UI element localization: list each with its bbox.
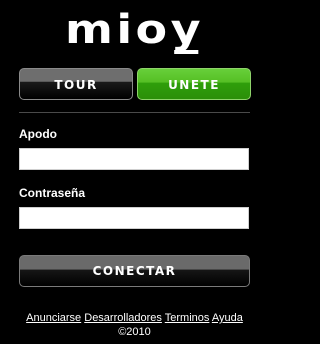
apodo-label: Apodo	[19, 127, 57, 141]
footer-link-anunciarse[interactable]: Anunciarse	[26, 312, 81, 324]
apodo-input[interactable]	[19, 148, 249, 170]
password-label: Contraseña	[19, 186, 86, 200]
conectar-button[interactable]: CONECTAR	[19, 255, 250, 287]
divider	[19, 112, 250, 113]
app-logo: mioy	[0, 10, 289, 54]
footer-link-terminos[interactable]: Terminos	[165, 312, 210, 324]
tour-button[interactable]: TOUR	[19, 68, 133, 100]
unete-button[interactable]: UNETE	[137, 68, 251, 100]
footer-link-desarrolladores[interactable]: Desarrolladores	[84, 312, 162, 324]
copyright-text: ©2010	[118, 326, 151, 338]
footer-links: Anunciarse Desarrolladores Terminos Ayud…	[0, 311, 269, 325]
password-input[interactable]	[19, 207, 249, 229]
footer-link-ayuda[interactable]: Ayuda	[212, 312, 243, 324]
